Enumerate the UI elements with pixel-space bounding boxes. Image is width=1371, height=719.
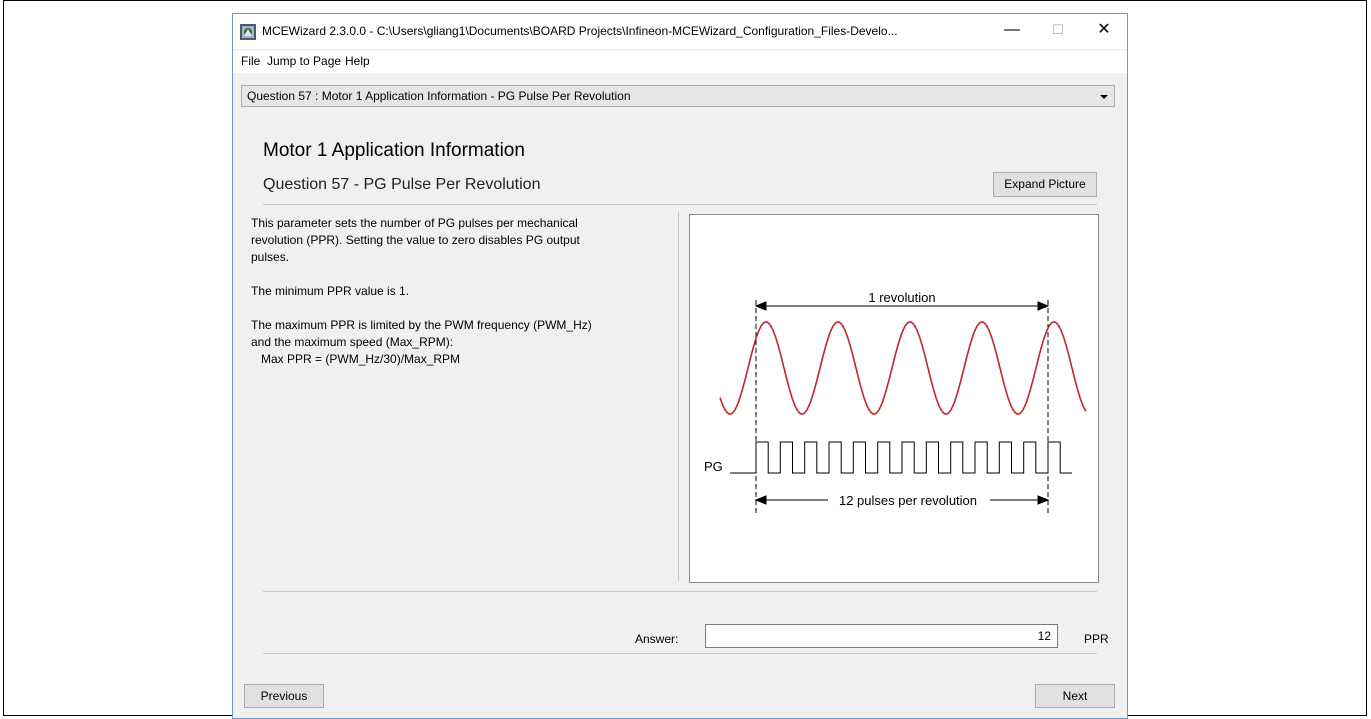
menu-bar: File Jump to Page Help — [233, 51, 1127, 73]
expand-picture-button[interactable]: Expand Picture — [993, 172, 1097, 197]
chevron-down-icon — [1100, 95, 1108, 99]
pg-pulse-waveform — [730, 441, 1072, 474]
question-title: Question 57 - PG Pulse Per Revolution — [263, 176, 541, 193]
minimize-button[interactable]: — — [989, 14, 1035, 46]
maximize-button[interactable]: ☐ — [1035, 14, 1081, 46]
illustration-panel: 1 revolution 12 pulses per revolution PG — [689, 214, 1099, 583]
answer-label: Answer: — [635, 632, 679, 646]
description-paragraph: This parameter sets the number of PG pul… — [251, 216, 580, 264]
next-button[interactable]: Next — [1035, 684, 1115, 708]
question-dropdown-value: Question 57 : Motor 1 Application Inform… — [247, 89, 631, 103]
question-dropdown[interactable]: Question 57 : Motor 1 Application Inform… — [241, 85, 1115, 107]
mcewizard-app-icon — [240, 24, 256, 40]
revolution-label: 1 revolution — [868, 290, 935, 305]
arrow-left-icon — [754, 301, 767, 311]
arrow-right-icon — [1037, 301, 1050, 311]
pg-label: PG — [704, 459, 723, 474]
header-divider — [263, 204, 1097, 205]
description-paragraph: The minimum PPR value is 1. — [251, 284, 410, 298]
content-divider — [678, 212, 679, 581]
previous-button[interactable]: Previous — [244, 684, 324, 708]
answer-bottom-divider — [263, 653, 1097, 654]
answer-top-divider — [263, 591, 1097, 592]
arrow-left-icon — [754, 495, 767, 505]
answer-input[interactable] — [705, 624, 1058, 648]
window-title: MCEWizard 2.3.0.0 - C:\Users\gliang1\Doc… — [262, 24, 898, 38]
close-button[interactable]: ✕ — [1081, 14, 1127, 46]
title-bar: MCEWizard 2.3.0.0 - C:\Users\gliang1\Doc… — [233, 14, 1127, 49]
page-title: Motor 1 Application Information — [263, 140, 525, 161]
sine-waveform — [719, 321, 1087, 415]
menu-jump-to-page[interactable]: Jump to Page — [267, 54, 341, 68]
pulses-label: 12 pulses per revolution — [839, 493, 977, 508]
arrow-right-icon — [1037, 495, 1050, 505]
description-paragraph: The maximum PPR is limited by the PWM fr… — [251, 318, 592, 366]
pg-pulse-diagram: 1 revolution 12 pulses per revolution PG — [704, 290, 1087, 515]
description-text: This parameter sets the number of PG pul… — [251, 215, 691, 368]
answer-unit: PPR — [1084, 632, 1109, 646]
menu-help[interactable]: Help — [345, 54, 370, 68]
menu-file[interactable]: File — [241, 54, 260, 68]
mcewizard-window: MCEWizard 2.3.0.0 - C:\Users\gliang1\Doc… — [232, 13, 1128, 719]
